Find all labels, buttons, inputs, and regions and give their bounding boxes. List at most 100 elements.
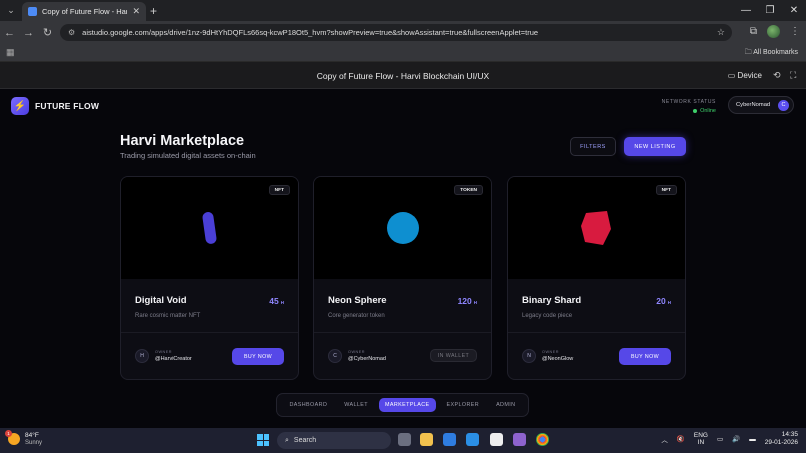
windows-start-icon[interactable] xyxy=(257,434,269,446)
card-divider xyxy=(314,332,491,333)
in-wallet-button: IN WALLET xyxy=(430,349,477,362)
price-currency: H xyxy=(280,300,284,305)
battery-icon[interactable]: ▬ xyxy=(749,436,756,443)
extensions-icon[interactable]: ⧉ xyxy=(750,26,757,37)
forward-icon[interactable]: → xyxy=(19,27,38,39)
file-explorer-icon[interactable] xyxy=(420,433,433,446)
language-indicator[interactable]: ENG IN xyxy=(694,432,708,446)
chrome-icon[interactable] xyxy=(536,433,549,446)
nav-marketplace[interactable]: MARKETPLACE xyxy=(378,398,436,412)
new-tab-icon[interactable]: + xyxy=(150,4,157,18)
marketplace-app: ⚡ FUTURE FLOW NETWORK STATUS Online Cybe… xyxy=(0,89,806,428)
nav-wallet[interactable]: WALLET xyxy=(338,398,374,412)
url-text: aistudio.google.com/apps/drive/1nz-9dHtY… xyxy=(82,28,539,37)
new-listing-button[interactable]: NEW LISTING xyxy=(624,137,686,156)
mute-icon[interactable]: 🔇 xyxy=(677,435,685,443)
sun-icon: 1 xyxy=(5,429,20,445)
browser-tab-bar: ⌄ Copy of Future Flow - Harvi B... ✕ + —… xyxy=(0,0,806,21)
asset-description: Rare cosmic matter NFT xyxy=(135,313,201,319)
all-bookmarks-link[interactable]: 🗀 All Bookmarks xyxy=(745,48,798,59)
bookmark-star-icon[interactable]: ☆ xyxy=(717,27,725,38)
refresh-applet-icon[interactable]: ⟲ xyxy=(773,70,781,81)
price-value: 120 xyxy=(457,296,472,306)
nav-dashboard[interactable]: DASHBOARD xyxy=(283,398,333,412)
nav-explorer[interactable]: EXPLORER xyxy=(441,398,486,412)
asset-card-binary-shard[interactable]: NFT Binary Shard 20 H Legacy code piece N… xyxy=(507,176,686,380)
back-icon[interactable]: ← xyxy=(0,27,19,39)
vscode-icon[interactable] xyxy=(466,433,479,446)
fullscreen-icon[interactable]: ⛶ xyxy=(790,70,796,81)
weather-condition: Sunny xyxy=(25,439,43,446)
device-toggle[interactable]: ▭ Device xyxy=(728,71,762,80)
asset-card-neon-sphere[interactable]: TOKEN Neon Sphere 120 H Core generator to… xyxy=(313,176,492,380)
clock[interactable]: 14:35 29-01-2026 xyxy=(765,431,798,447)
apps-grid-icon[interactable]: ▦ xyxy=(6,47,15,58)
owner-avatar: H xyxy=(135,349,149,363)
card-divider xyxy=(508,332,685,333)
owner-label: OWNER xyxy=(348,350,366,354)
asset-name: Neon Sphere xyxy=(328,295,387,306)
close-window-icon[interactable]: ✕ xyxy=(782,0,806,21)
browser-toolbar-right: ⧉ ⋮ xyxy=(750,25,800,38)
network-status-value: Online xyxy=(700,108,716,114)
weather-widget[interactable]: 1 84°F Sunny xyxy=(5,429,43,446)
owner-avatar: N xyxy=(522,349,536,363)
tray-overflow-icon[interactable]: ︿ xyxy=(661,434,668,444)
card-divider xyxy=(121,332,298,333)
tab-close-icon[interactable]: ✕ xyxy=(132,6,140,17)
task-view-icon[interactable] xyxy=(398,433,411,446)
github-desktop-icon[interactable] xyxy=(513,433,526,446)
tab-search-icon[interactable]: ⌄ xyxy=(3,3,19,19)
network-status-label: NETWORK STATUS xyxy=(661,99,716,105)
network-status: NETWORK STATUS Online xyxy=(660,99,716,114)
page-title: Harvi Marketplace xyxy=(120,133,245,149)
device-label: Device xyxy=(737,71,762,80)
mail-icon[interactable] xyxy=(443,433,456,446)
taskbar: 1 84°F Sunny ⌕ Search ︿ 🔇 ENG IN ▭ 🔊 ▬ 1… xyxy=(0,428,806,453)
user-menu[interactable]: CyberNomad C xyxy=(728,96,794,114)
asset-description: Core generator token xyxy=(328,313,385,319)
page-subtitle: Trading simulated digital assets on-chai… xyxy=(120,151,256,160)
buy-now-button[interactable]: BUY NOW xyxy=(232,348,284,365)
taskbar-search[interactable]: ⌕ Search xyxy=(277,432,391,449)
restore-icon[interactable]: ❐ xyxy=(758,0,782,21)
network-status-value-row: Online xyxy=(660,108,716,114)
owner-label: OWNER xyxy=(155,350,173,354)
reload-icon[interactable]: ↻ xyxy=(38,26,57,39)
owner-handle: @CyberNomad xyxy=(348,356,386,362)
search-icon: ⌕ xyxy=(285,436,289,444)
lang-top: ENG xyxy=(693,431,708,439)
buy-now-button[interactable]: BUY NOW xyxy=(619,348,671,365)
filters-button[interactable]: FILTERS xyxy=(570,137,616,156)
asset-card-digital-void[interactable]: NFT Digital Void 45 H Rare cosmic matter … xyxy=(120,176,299,380)
brand[interactable]: ⚡ FUTURE FLOW xyxy=(11,97,99,115)
owner-label: OWNER xyxy=(542,350,560,354)
site-info-icon[interactable]: ⚙ xyxy=(68,28,75,37)
bookmarks-bar: ▦ 🗀 All Bookmarks xyxy=(0,44,806,62)
applet-title: Copy of Future Flow - Harvi Blockchain U… xyxy=(316,71,490,81)
tab-title: Copy of Future Flow - Harvi B... xyxy=(42,7,127,16)
minimize-icon[interactable]: — xyxy=(734,0,758,21)
notion-icon[interactable] xyxy=(490,433,503,446)
profile-avatar[interactable] xyxy=(767,25,780,38)
asset-type-badge: NFT xyxy=(655,185,677,195)
nav-admin[interactable]: ADMIN xyxy=(490,398,521,412)
asset-name: Binary Shard xyxy=(522,295,582,306)
brand-name: FUTURE FLOW xyxy=(35,101,100,111)
weather-badge: 1 xyxy=(5,429,12,437)
date: 29-01-2026 xyxy=(764,439,798,447)
browser-menu-icon[interactable]: ⋮ xyxy=(790,26,800,37)
price-currency: H xyxy=(473,300,477,305)
url-field[interactable]: ⚙ aistudio.google.com/apps/drive/1nz-9dH… xyxy=(60,24,732,41)
tab-favicon-icon xyxy=(28,7,37,16)
address-bar-row: ← → ↻ ⚙ aistudio.google.com/apps/drive/1… xyxy=(0,21,806,44)
user-name: CyberNomad xyxy=(736,102,771,108)
browser-tab[interactable]: Copy of Future Flow - Harvi B... ✕ xyxy=(22,2,146,21)
asset-name: Digital Void xyxy=(135,295,187,306)
network-icon[interactable]: ▭ xyxy=(717,435,723,443)
asset-type-badge: NFT xyxy=(268,185,290,195)
time: 14:35 xyxy=(781,431,798,438)
volume-icon[interactable]: 🔊 xyxy=(732,435,740,443)
lightning-logo-icon: ⚡ xyxy=(11,97,29,115)
applet-title-bar: Copy of Future Flow - Harvi Blockchain U… xyxy=(0,62,806,89)
